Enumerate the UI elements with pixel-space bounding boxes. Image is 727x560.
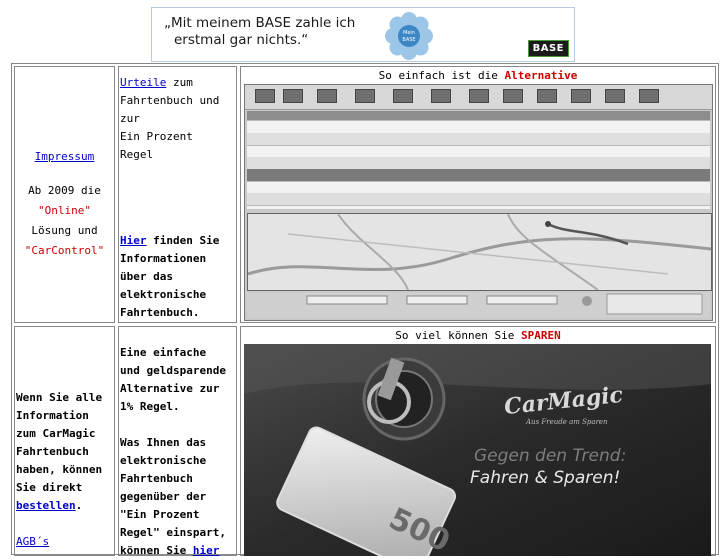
text-line: gegenüber der bbox=[120, 490, 207, 503]
text-line: Fahrtenbuch bbox=[16, 445, 89, 458]
agb-link[interactable]: AGB´s bbox=[16, 535, 49, 548]
base-logo: BASE bbox=[527, 40, 569, 57]
heading-prefix: So einfach ist die bbox=[378, 69, 505, 82]
urteile-rest: zum bbox=[166, 76, 193, 89]
promo-tagline-1: Gegen den Trend: bbox=[474, 446, 627, 466]
period: . bbox=[75, 499, 83, 512]
text-line: Regel bbox=[120, 148, 154, 161]
text-line: Sie direkt bbox=[16, 481, 83, 494]
badge-line1: Mein bbox=[403, 30, 415, 36]
hier-link[interactable]: Hier bbox=[120, 234, 147, 247]
flower-icon: Mein BASE bbox=[385, 12, 433, 60]
text-line: Informationen bbox=[120, 252, 207, 265]
text-line: zur bbox=[120, 112, 140, 125]
software-toolbar bbox=[245, 85, 712, 110]
order-info-cell: Wenn Sie alle Information zum CarMagic F… bbox=[14, 326, 115, 556]
text-line: Alternative zur bbox=[120, 382, 220, 395]
text-line: können Sie bbox=[120, 544, 193, 557]
promo-tagline-2: Fahren & Sparen! bbox=[470, 468, 621, 488]
hier-savings-link[interactable]: hier bbox=[193, 544, 220, 557]
heading-prefix: So viel können Sie bbox=[395, 329, 522, 342]
text-line: und geldsparende bbox=[120, 364, 226, 377]
heading-highlight: SPAREN bbox=[521, 329, 561, 342]
text-line: "Ein Prozent bbox=[120, 508, 200, 521]
text-line: haben, können bbox=[16, 463, 103, 476]
text-line: Eine einfache bbox=[120, 346, 207, 359]
text-line: zum CarMagic bbox=[16, 427, 96, 440]
software-trip-table bbox=[247, 111, 710, 209]
text-line: Was Ihnen das bbox=[120, 436, 207, 449]
banner-slogan-line2: erstmal gar nichts.“ bbox=[174, 32, 309, 48]
since-text: Ab 2009 die bbox=[28, 184, 101, 197]
content-table: Impressum Ab 2009 die "Online" Lösung un… bbox=[11, 63, 719, 557]
hier-rest: finden Sie bbox=[146, 234, 220, 247]
carcontrol-label: "CarControl" bbox=[24, 244, 105, 257]
software-screenshot[interactable] bbox=[244, 84, 713, 321]
carmagic-promo-image[interactable]: 500 CarMagic Aus Freude am Sparen Gegen … bbox=[244, 344, 711, 556]
banner-slogan: „Mit meinem BASE zahle ich erstmal gar n… bbox=[164, 15, 355, 49]
online-label: "Online" bbox=[38, 204, 91, 217]
banner-slogan-line1: „Mit meinem BASE zahle ich bbox=[164, 15, 356, 31]
left-info-cell: Impressum Ab 2009 die "Online" Lösung un… bbox=[14, 66, 115, 323]
text-line: elektronische bbox=[120, 454, 207, 467]
text-line: Fahrtenbuch und bbox=[120, 94, 220, 107]
software-map bbox=[247, 213, 712, 291]
text-line: Ein Prozent bbox=[120, 130, 193, 143]
impressum-link[interactable]: Impressum bbox=[35, 150, 95, 163]
alternative-cell: So einfach ist die Alternative bbox=[240, 66, 716, 323]
heading-highlight: Alternative bbox=[504, 69, 578, 82]
badge-line2: BASE bbox=[402, 37, 415, 43]
text-line: über das bbox=[120, 270, 173, 283]
loesung-text: Lösung und bbox=[31, 224, 98, 237]
middle-info-cell: Urteile zum Fahrtenbuch und zur Ein Proz… bbox=[118, 66, 237, 323]
software-statusbar bbox=[247, 292, 710, 318]
bestellen-link[interactable]: bestellen bbox=[16, 499, 76, 512]
text-line: Wenn Sie alle bbox=[16, 391, 103, 404]
urteile-link[interactable]: Urteile bbox=[120, 76, 166, 89]
savings-heading: So viel können Sie SPAREN bbox=[241, 329, 715, 342]
text-line: Fahrtenbuch bbox=[120, 472, 193, 485]
text-line: Information bbox=[16, 409, 89, 422]
savings-info-cell: Eine einfache und geldsparende Alternati… bbox=[118, 326, 237, 557]
base-ad-banner[interactable]: „Mit meinem BASE zahle ich erstmal gar n… bbox=[151, 7, 575, 62]
text-line: Fahrtenbuch. bbox=[120, 306, 200, 319]
text-line: elektronische bbox=[120, 288, 207, 301]
savings-cell: So viel können Sie SPAREN 500 CarMagic A… bbox=[240, 326, 716, 556]
carmagic-logo-sub: Aus Freude am Sparen bbox=[526, 418, 608, 426]
alternative-heading: So einfach ist die Alternative bbox=[241, 69, 715, 82]
text-line: Regel" einspart, bbox=[120, 526, 226, 539]
text-line: 1% Regel. bbox=[120, 400, 180, 413]
